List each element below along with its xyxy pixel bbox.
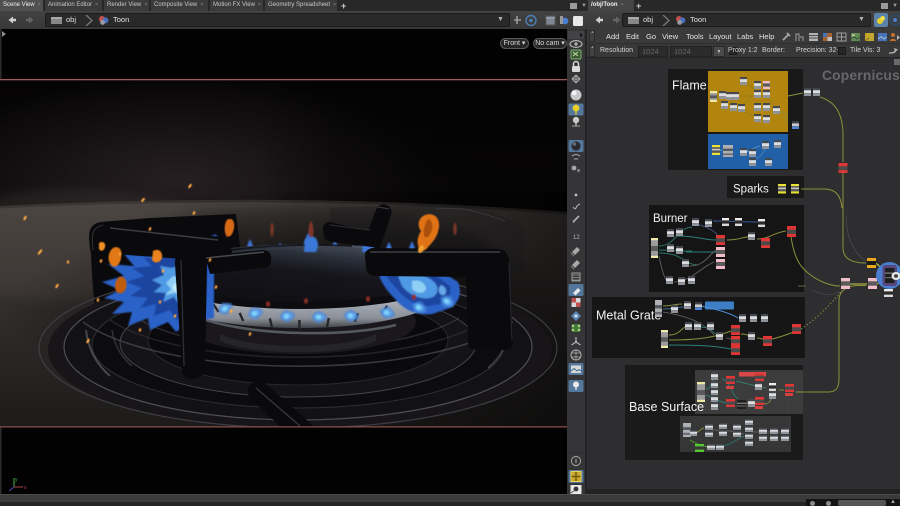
svg-text:Base Surface: Base Surface [629,400,704,414]
svg-text:Sparks: Sparks [733,184,769,196]
svg-text:Copernicus: Copernicus [822,68,900,83]
svg-text:Burner: Burner [653,213,688,225]
svg-text:12: 12 [573,235,580,241]
svg-text:Metal Grate: Metal Grate [596,309,661,323]
svg-text:Flame: Flame [672,79,707,93]
